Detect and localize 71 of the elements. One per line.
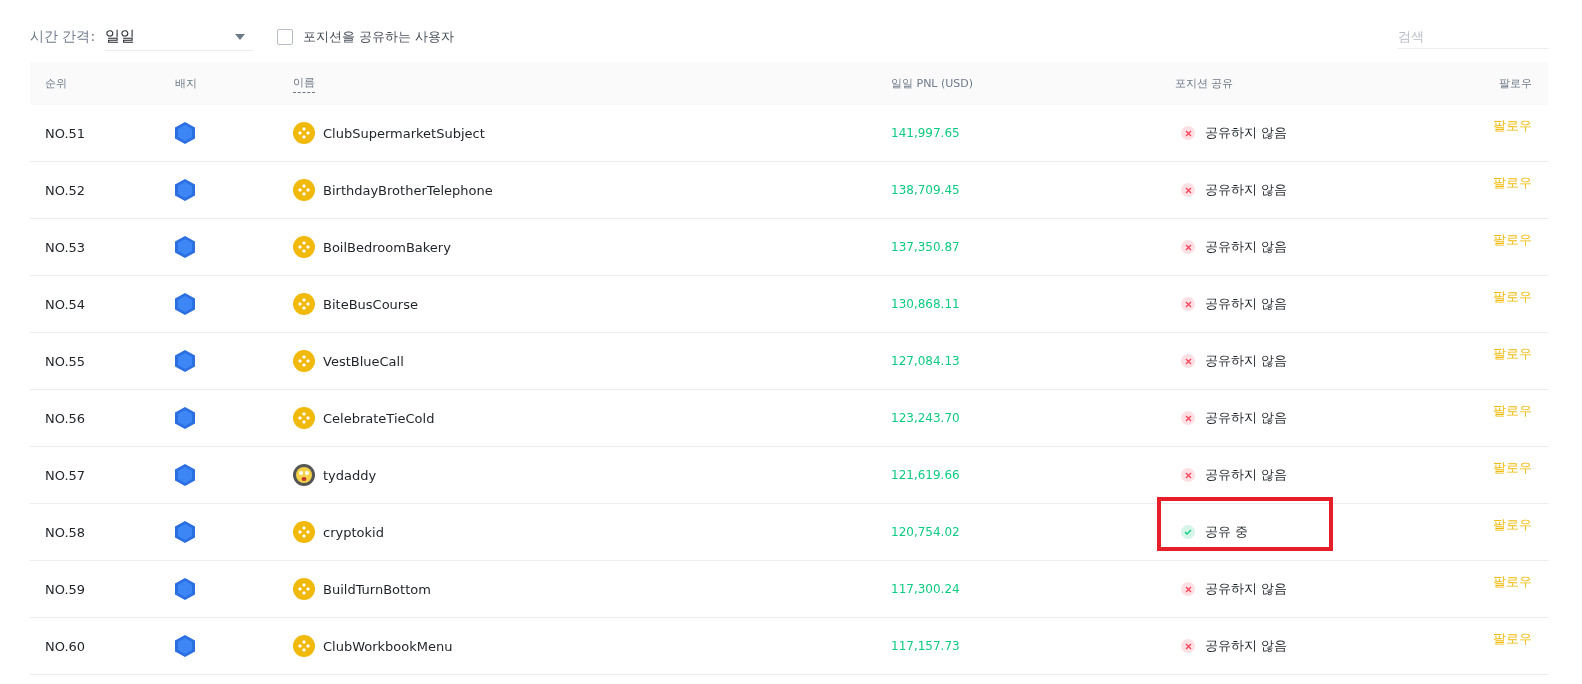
rank-cell-text: NO.56 [45,410,87,426]
share-filter-label: 포지션을 공유하는 사용자 [303,28,455,46]
hexagon-badge-icon [175,293,195,315]
user-name[interactable]: cryptokid [323,524,384,540]
share-status: 공유하지 않음 [1205,409,1288,427]
pnl-cell-text: 130,868.11 [891,297,961,311]
hexagon-badge-icon [175,464,195,486]
rank-cell-text: NO.57 [45,467,87,483]
cartoon-avatar-icon [293,464,315,486]
rank-cell-text: NO.58 [45,524,87,540]
share-status: 공유하지 않음 [1205,295,1288,313]
share-status: 공유하지 않음 [1205,124,1288,142]
hexagon-badge-icon [175,578,195,600]
share-status: 공유하지 않음 [1205,238,1288,256]
hexagon-badge-icon [175,635,195,657]
user-name[interactable]: CelebrateTieCold [323,410,435,426]
pnl-cell-text: 141,997.65 [891,126,961,140]
hexagon-badge-icon [175,521,195,543]
rank-cell-text: NO.53 [45,239,87,255]
pnl-cell-text: 123,243.70 [891,411,961,425]
coin-avatar-icon [293,179,315,201]
coin-avatar-icon [293,350,315,372]
share-status: 공유하지 않음 [1205,181,1288,199]
rank-cell-text: NO.60 [45,638,87,654]
hexagon-badge-icon [175,350,195,372]
hexagon-badge-icon [175,179,195,201]
column-header: 이름 [293,74,315,93]
coin-avatar-icon [293,578,315,600]
hexagon-badge-icon [175,407,195,429]
pnl-cell-text: 121,619.66 [891,468,961,482]
coin-avatar-icon [293,236,315,258]
user-name[interactable]: BiteBusCourse [323,296,418,312]
coin-avatar-icon [293,122,315,144]
user-name[interactable]: BuildTurnBottom [323,581,431,597]
user-name[interactable]: VestBlueCall [323,353,404,369]
share-status: 공유 중 [1205,523,1249,541]
user-name[interactable]: ClubWorkbookMenu [323,638,453,654]
share-status: 공유하지 않음 [1205,466,1288,484]
user-name[interactable]: BoilBedroomBakery [323,239,451,255]
user-name[interactable]: ClubSupermarketSubject [323,125,485,141]
pnl-cell-text: 137,350.87 [891,240,961,254]
user-name[interactable]: BirthdayBrotherTelephone [323,182,493,198]
coin-avatar-icon [293,293,315,315]
coin-avatar-icon [293,635,315,657]
caret-icon [235,33,246,40]
pnl-cell-text: 117,300.24 [891,582,961,596]
share-status: 공유하지 않음 [1205,580,1288,598]
rank-cell-text: NO.59 [45,581,87,597]
hexagon-badge-icon [175,236,195,258]
hexagon-badge-icon [175,122,195,144]
column-header: 포지션 공유 [1175,76,1234,91]
column-header: 일일 PNL (USD) [891,76,974,91]
share-status: 공유하지 않음 [1205,352,1288,370]
rank-cell-text: NO.55 [45,353,87,369]
pnl-cell-text: 120,754.02 [891,525,961,539]
share-filter-checkbox[interactable] [277,29,294,45]
rank-cell-text: NO.52 [45,182,87,198]
rank-cell-text: NO.51 [45,125,87,141]
interval-label: 시간 간격: [30,28,96,46]
column-header: 순위 [45,76,67,91]
rank-cell-text: NO.54 [45,296,87,312]
share-status: 공유하지 않음 [1205,637,1288,655]
coin-avatar-icon [293,521,315,543]
pnl-cell-text: 127,084.13 [891,354,961,368]
interval-select[interactable]: 일일 [105,23,254,51]
coin-avatar-icon [293,407,315,429]
pnl-cell-text: 117,157.73 [891,639,961,653]
column-header: 배지 [175,76,197,91]
user-name[interactable]: tydaddy [323,467,377,483]
pnl-cell-text: 138,709.45 [891,183,961,197]
column-header: 팔로우 [1499,76,1532,91]
